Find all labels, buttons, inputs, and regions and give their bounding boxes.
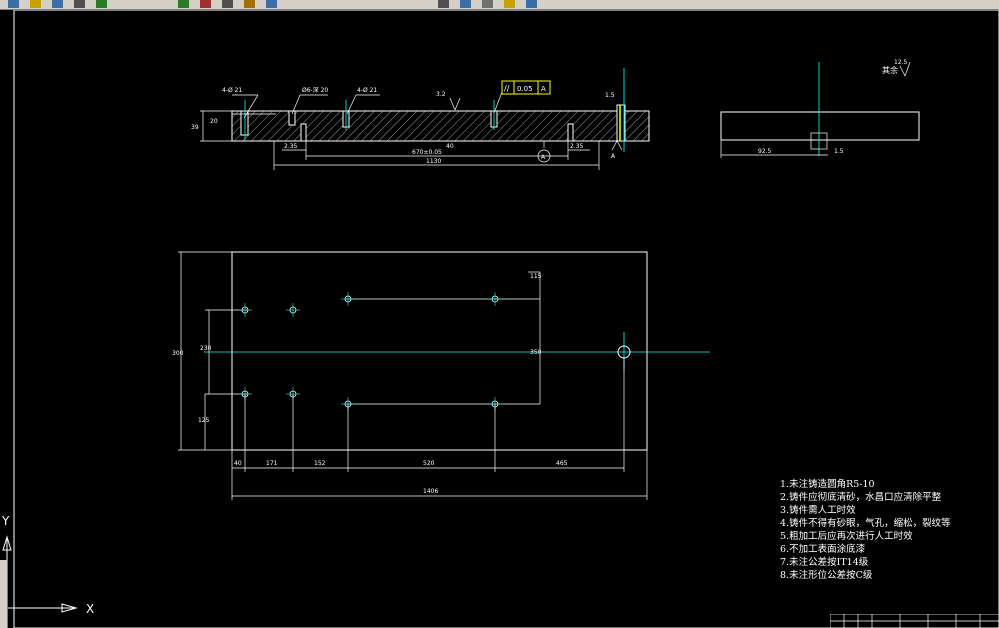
hole-callout: Ø6-深 20 [302, 86, 328, 94]
undo-icon[interactable] [96, 0, 107, 8]
dim-bottom: 520 [423, 460, 435, 467]
roughness-label: 12.5 [894, 59, 908, 66]
datum-label: A [611, 153, 616, 160]
dim-right-tag: 1.5 [605, 92, 615, 99]
tolerance-value: 0.05 [517, 85, 533, 93]
match-icon[interactable] [266, 0, 277, 8]
dim-left-lower: 125 [198, 417, 210, 424]
note-line: 8.未注形位公差按C级 [780, 570, 873, 581]
paste-icon[interactable] [244, 0, 255, 8]
plan-view: 300 230 125 115 350 40 171 152 520 465 1… [172, 251, 710, 500]
datum-circle-label: A [541, 154, 546, 161]
note-line: 7.未注公差按IT14级 [780, 557, 869, 568]
save-icon[interactable] [52, 0, 63, 8]
left-scrollbar[interactable] [0, 560, 8, 628]
note-line: 6.不加工表面涂底漆 [780, 544, 866, 555]
tolerance-frame: // 0.05 A [501, 80, 551, 95]
dim-side: 92.5 [758, 148, 772, 155]
dim-side: 1.5 [834, 148, 844, 155]
hole [300, 123, 307, 142]
side-body [720, 111, 920, 141]
dim-hole-depth: 40 [446, 143, 454, 150]
dim-right-top: 115 [530, 273, 542, 280]
dim-thickness: 39 [191, 124, 199, 131]
print-icon[interactable] [74, 0, 85, 8]
hole [567, 123, 574, 142]
dim-height-total: 300 [172, 350, 184, 357]
open-icon[interactable] [30, 0, 41, 8]
note-line: 4.铸件不得有砂眼，气孔，缩松，裂纹等 [780, 518, 951, 529]
layer-icon[interactable] [504, 0, 515, 8]
technical-notes: 1.未注铸造圆角R5-10 2.铸件应彻底清砂，水昌口应清除平整 3.铸件需人工… [780, 478, 951, 582]
dim-left-small: 20 [210, 118, 218, 125]
properties-icon[interactable] [482, 0, 493, 8]
note-line: 3.铸件需人工时效 [780, 505, 856, 516]
dim-center: 670±0.05 [412, 149, 442, 156]
dim-right-mid: 350 [530, 349, 542, 356]
copy-icon[interactable] [222, 0, 233, 8]
dim-bottom-left: 2.35 [284, 143, 298, 150]
new-icon[interactable] [8, 0, 19, 8]
ucs-y-label: Y [1, 514, 10, 528]
dim-width-total: 1130 [426, 158, 441, 165]
dim-overall: 1406 [423, 488, 438, 495]
dim-bottom: 171 [266, 460, 278, 467]
cut-icon[interactable] [200, 0, 211, 8]
note-line: 5.粗加工后应再次进行人工时效 [780, 531, 913, 542]
ucs-x-label: X [86, 602, 94, 616]
plan-holes [238, 292, 502, 411]
dim-bottom: 465 [556, 460, 568, 467]
help-icon[interactable] [526, 0, 537, 8]
dim-bottom: 152 [314, 460, 326, 467]
pan-icon[interactable] [438, 0, 449, 8]
zoom-icon[interactable] [460, 0, 471, 8]
title-block [830, 614, 999, 628]
dim-bottom: 40 [234, 460, 242, 467]
hole-callout: 4-Ø 21 [222, 87, 242, 94]
hole [240, 110, 249, 136]
redo-icon[interactable] [178, 0, 189, 8]
tolerance-datum: A [541, 85, 546, 93]
note-line: 2.铸件应彻底清砂，水昌口应清除平整 [780, 492, 942, 503]
tolerance-symbol: // [504, 84, 510, 93]
note-line: 1.未注铸造圆角R5-10 [780, 479, 875, 490]
side-view: 92.5 1.5 其余 12.5 [720, 59, 920, 158]
dim-bottom-right: 2.35 [570, 143, 584, 150]
toolbar [0, 0, 999, 10]
roughness-label: 3.2 [436, 91, 446, 98]
ucs-icon: Y X [1, 514, 94, 616]
plan-body [231, 251, 648, 451]
dim-left-inner: 230 [200, 345, 212, 352]
hole-callout: 4-Ø 21 [357, 87, 377, 94]
roughness-other-note: 其余 [882, 65, 898, 75]
section-view: // 0.05 A 4-Ø 21 Ø6-深 20 4-Ø 21 3.2 39 2… [191, 61, 911, 170]
